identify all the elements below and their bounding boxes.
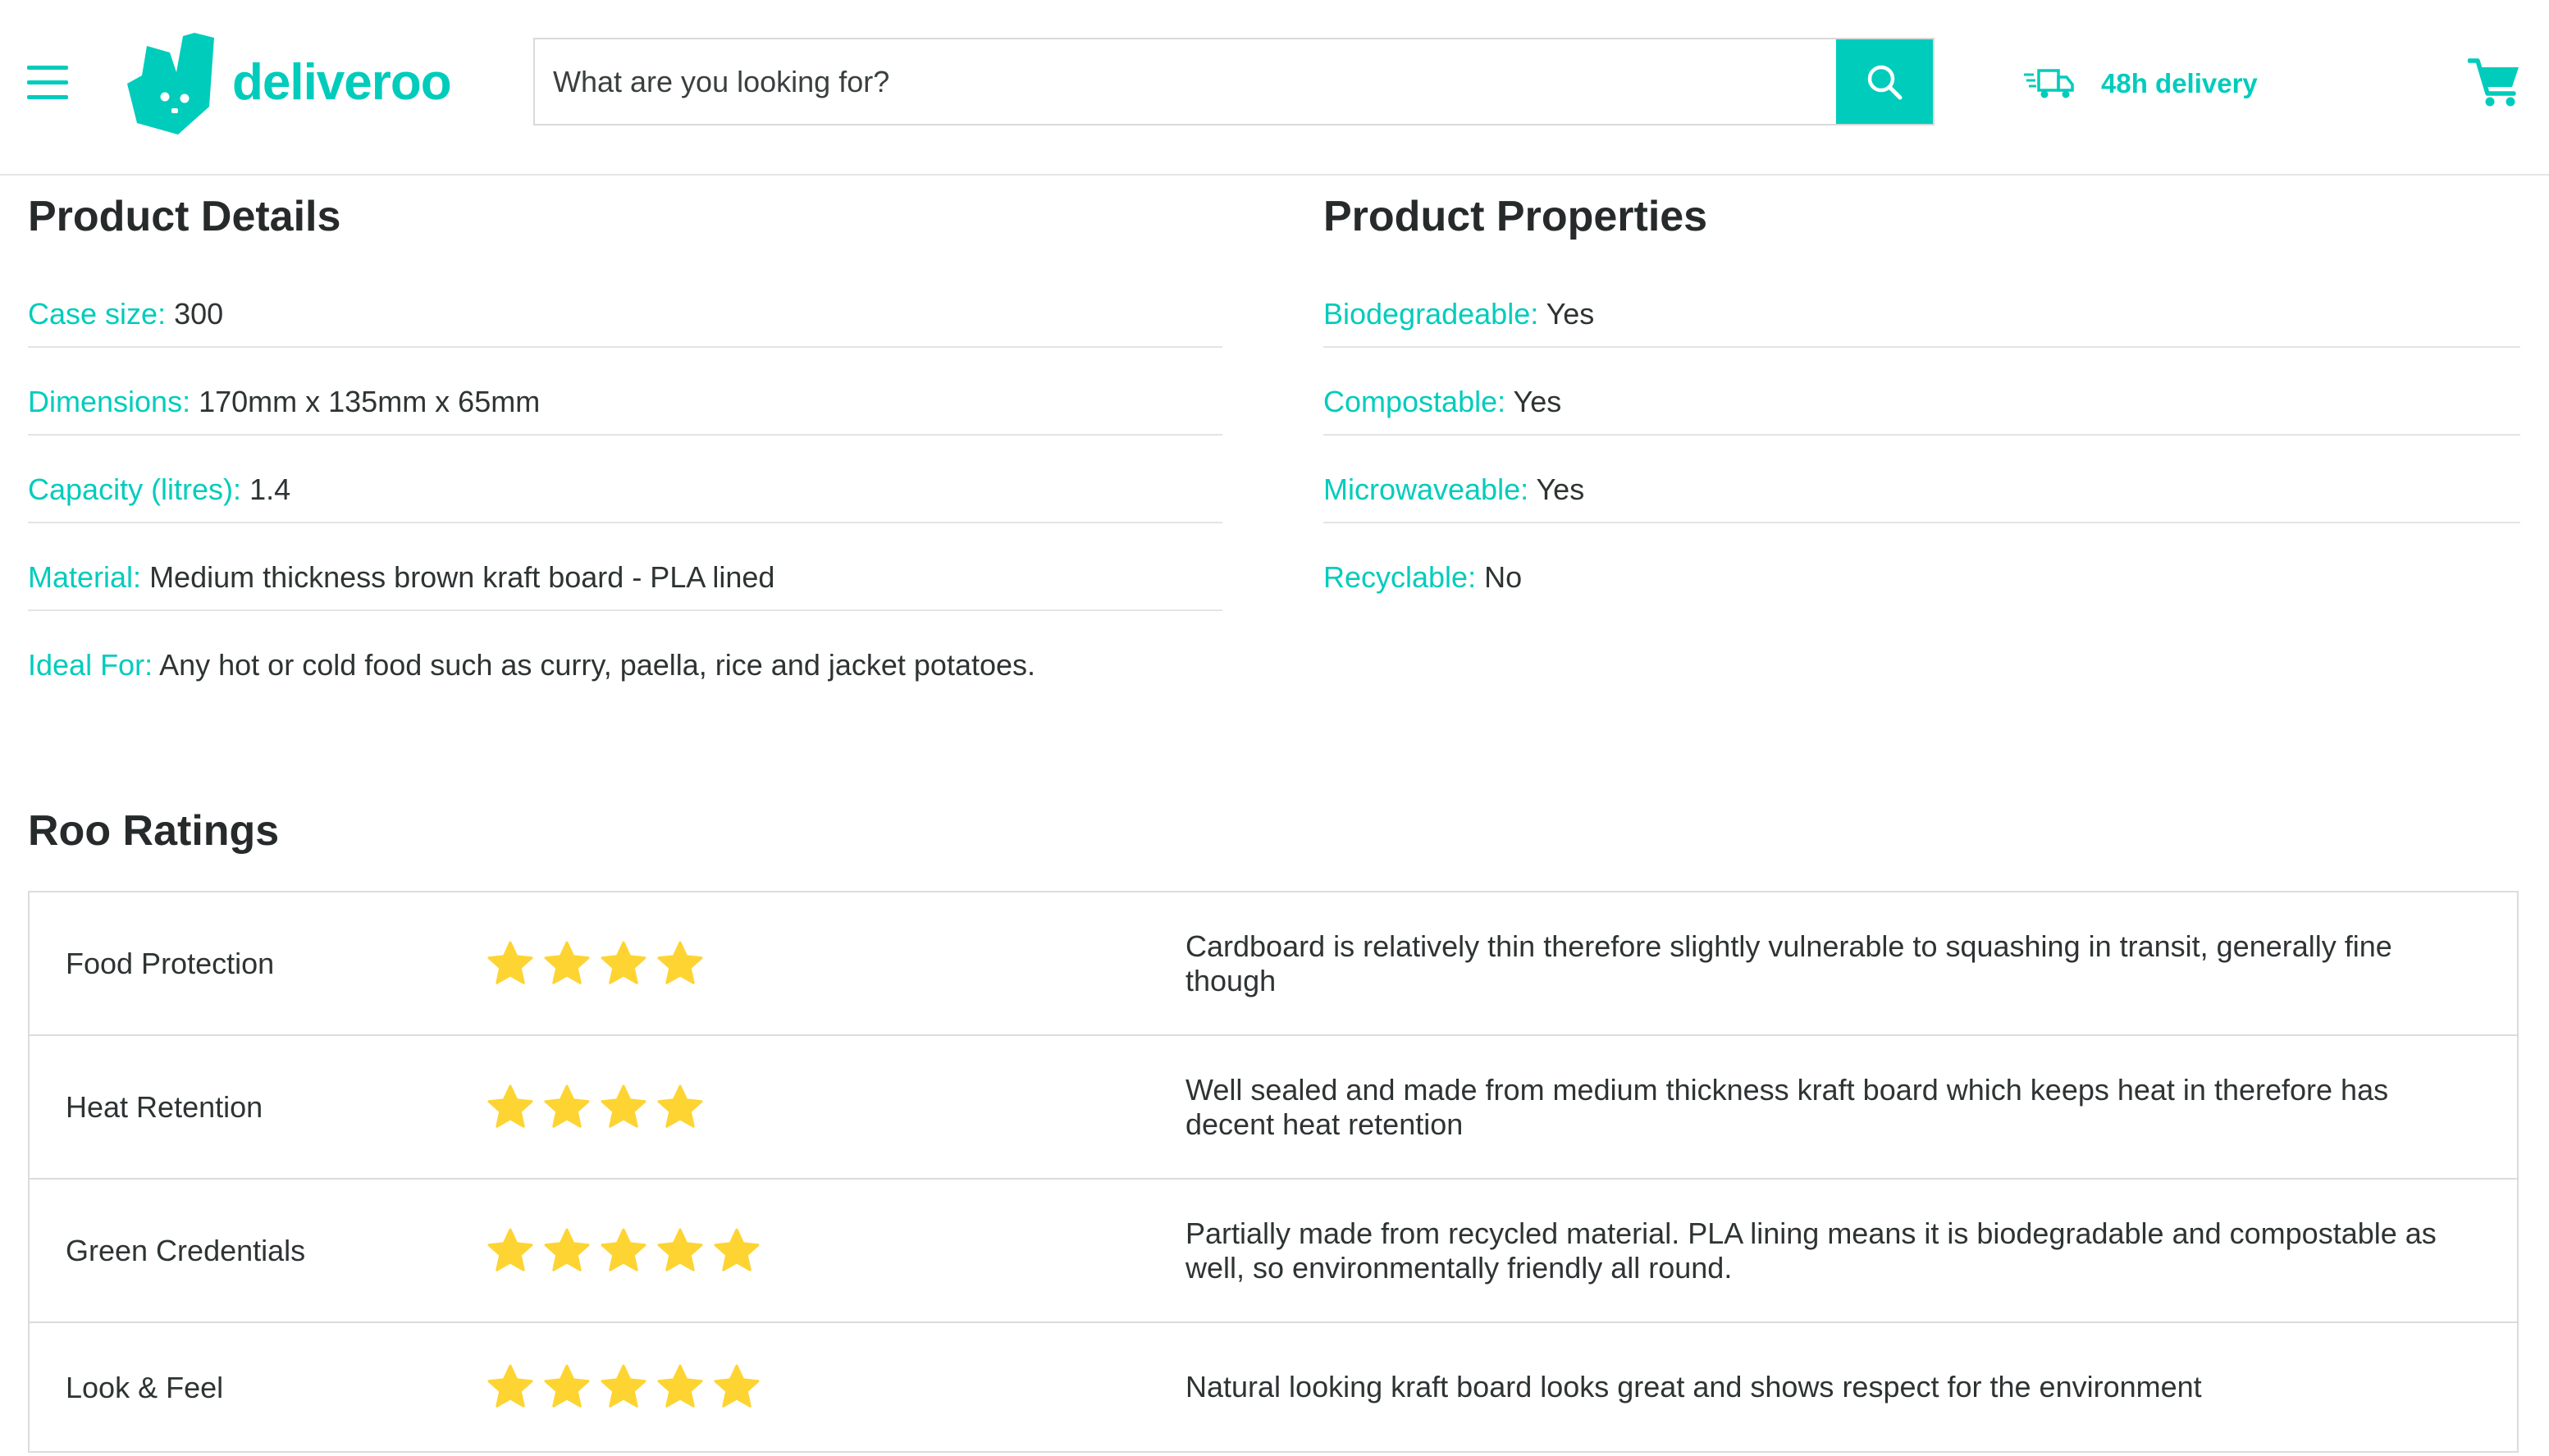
delivery-info-link[interactable]: 48h delivery [2024,66,2258,102]
product-detail-value: 1.4 [249,472,291,506]
star-icon [712,1226,761,1276]
product-detail-label: Case size: [28,297,167,331]
product-property-row: Recyclable: No [1323,523,2520,609]
delivery-label: 48h delivery [2101,68,2258,98]
star-rating [486,1083,1185,1132]
deliveroo-kangaroo-icon [127,33,214,135]
star-icon [542,1226,592,1276]
product-property-label: Compostable: [1323,385,1506,418]
roo-ratings-table: Food Protection Cardboard is relatively … [28,891,2519,1453]
hamburger-line [27,80,68,84]
hamburger-line [27,66,68,70]
star-rating [486,1362,1185,1412]
product-detail-row: Dimensions: 170mm x 135mm x 65mm [28,348,1222,436]
hamburger-icon[interactable] [27,66,68,100]
rating-category: Look & Feel [66,1370,224,1404]
rating-comment: Partially made from recycled material. P… [1185,1216,2437,1285]
product-detail-value: Medium thickness brown kraft board - PLA… [149,560,775,594]
rating-row: Food Protection Cardboard is relatively … [30,892,2517,1036]
star-icon [656,939,705,988]
rating-category: Heat Retention [66,1090,263,1124]
star-icon [486,1083,535,1132]
product-property-row: Compostable: Yes [1323,348,2520,436]
star-icon [486,939,535,988]
product-detail-row: Material: Medium thickness brown kraft b… [28,523,1222,611]
rating-row: Heat Retention Well sealed and made from… [30,1036,2517,1180]
search-input[interactable] [535,39,1836,124]
star-icon [486,1362,535,1412]
rating-comment: Cardboard is relatively thin therefore s… [1185,929,2392,997]
search-icon [1867,65,1903,99]
product-properties-section: Product Properties Biodegradeable: Yes C… [1323,191,2520,609]
product-details-section: Product Details Case size: 300 Dimension… [28,191,1222,697]
star-rating [486,1226,1185,1276]
product-detail-row: Capacity (litres): 1.4 [28,436,1222,523]
product-property-value: Yes [1536,472,1585,506]
rating-row: Look & Feel Natural looking kraft board … [30,1323,2517,1451]
star-icon [542,1362,592,1412]
product-properties-title: Product Properties [1323,193,1708,240]
star-icon [656,1362,705,1412]
rating-comment: Well sealed and made from medium thickne… [1185,1072,2389,1141]
product-detail-label: Ideal For: [28,648,153,682]
delivery-truck-icon [2024,69,2074,98]
roo-ratings-title: Roo Ratings [28,807,280,855]
star-icon [599,939,648,988]
star-icon [656,1083,705,1132]
product-details-title: Product Details [28,193,341,240]
rating-category: Food Protection [66,947,275,980]
product-property-label: Microwaveable: [1323,472,1529,506]
star-icon [486,1226,535,1276]
search-bar [533,38,1935,126]
product-property-row: Microwaveable: Yes [1323,436,2520,523]
star-icon [542,939,592,988]
product-property-value: No [1484,560,1523,594]
hamburger-line [27,95,68,99]
logo-wordmark: deliveroo [232,54,452,111]
site-header: deliveroo 48h delivery [0,0,2549,176]
product-detail-value: 170mm x 135mm x 65mm [199,385,541,418]
rating-row: Green Credentials Partially made from re… [30,1180,2517,1323]
rating-category: Green Credentials [66,1234,306,1267]
star-icon [599,1083,648,1132]
cart-icon[interactable] [2468,56,2520,108]
product-property-label: Biodegradeable: [1323,297,1539,331]
star-icon [599,1362,648,1412]
product-detail-row: Ideal For: Any hot or cold food such as … [28,611,1222,697]
product-detail-row: Case size: 300 [28,260,1222,348]
rating-comment: Natural looking kraft board looks great … [1185,1370,2202,1404]
search-button[interactable] [1836,39,1933,124]
product-detail-value: Any hot or cold food such as curry, pael… [159,648,1036,682]
star-icon [712,1362,761,1412]
product-property-label: Recyclable: [1323,560,1477,594]
star-icon [656,1226,705,1276]
star-rating [486,939,1185,988]
product-property-value: Yes [1513,385,1562,418]
product-detail-label: Material: [28,560,142,594]
deliveroo-logo[interactable]: deliveroo [127,33,496,135]
product-detail-label: Dimensions: [28,385,191,418]
star-icon [599,1226,648,1276]
product-property-row: Biodegradeable: Yes [1323,260,2520,348]
star-icon [542,1083,592,1132]
product-property-value: Yes [1546,297,1595,331]
product-detail-label: Capacity (litres): [28,472,242,506]
product-detail-value: 300 [174,297,224,331]
